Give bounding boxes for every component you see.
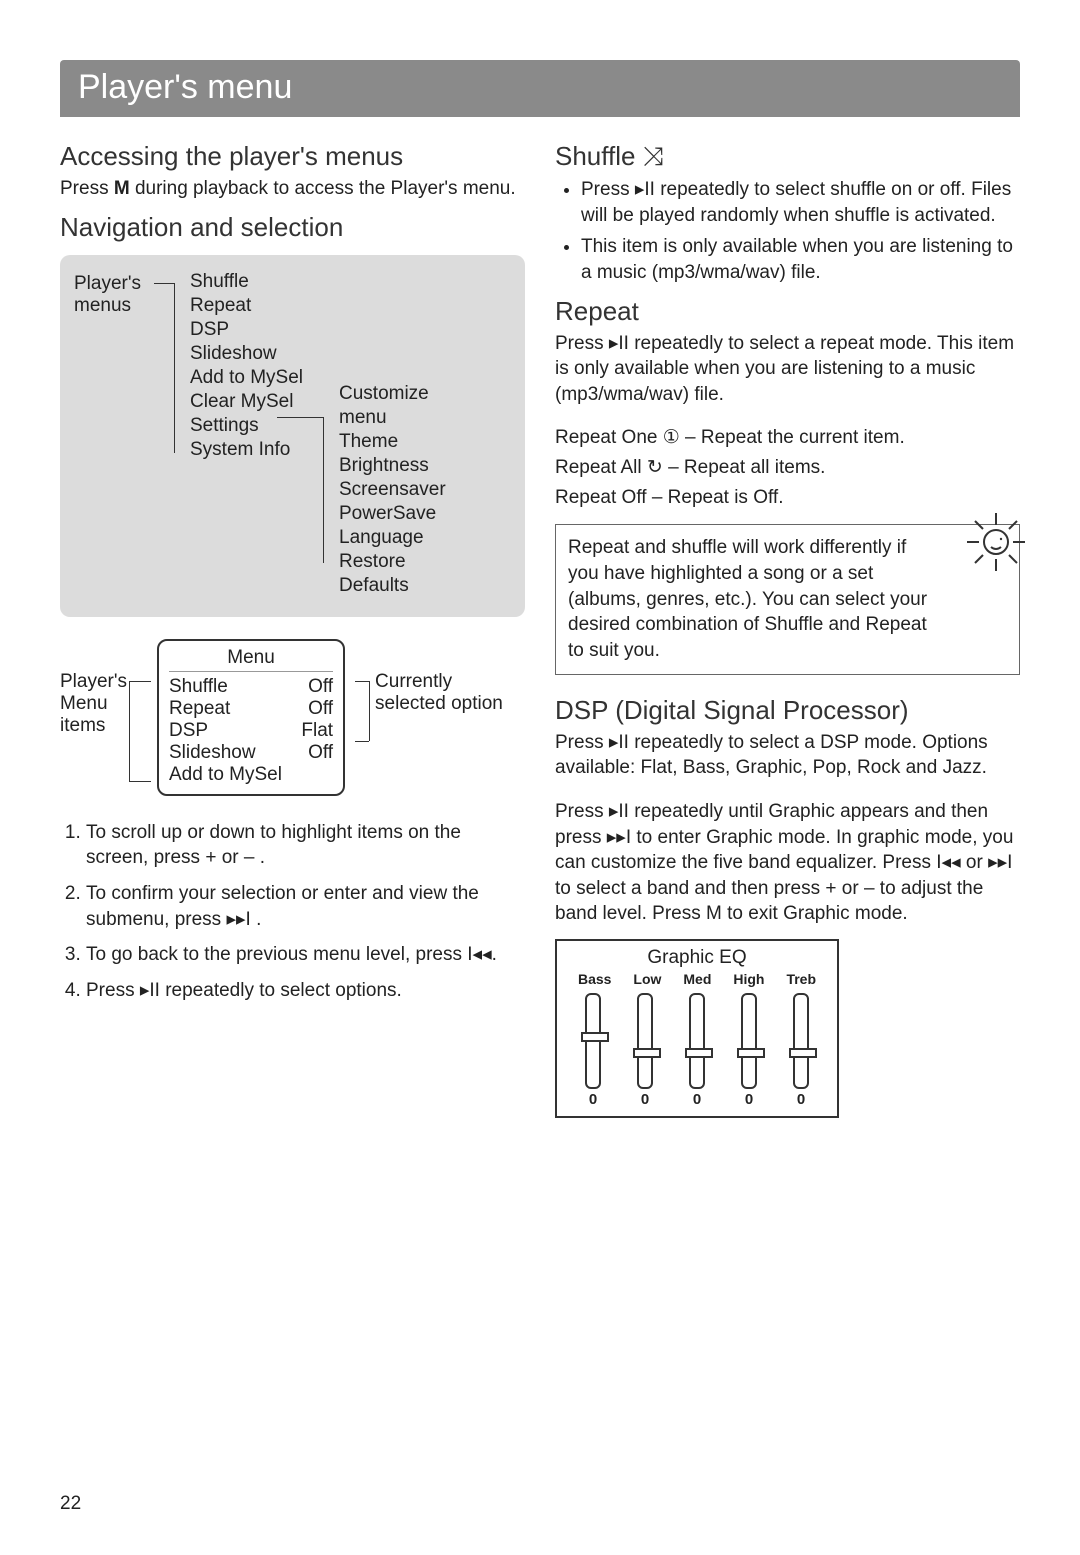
navigation-steps: To scroll up or down to highlight items … [60, 820, 525, 1004]
repeat-intro: Press ▸II repeatedly to select a repeat … [555, 331, 1020, 408]
shuffle-heading: Shuffle ⤨ [555, 141, 1020, 173]
eq-value: 0 [589, 1091, 597, 1108]
eq-slider [740, 993, 758, 1089]
dsp-p2: Press ▸II repeatedly until Graphic appea… [555, 799, 1020, 927]
eq-title: Graphic EQ [567, 947, 827, 969]
right-column: Shuffle ⤨ Press ▸II repeatedly to select… [555, 131, 1020, 1118]
eq-band-label: Treb [786, 971, 816, 987]
lcd-title: Menu [169, 647, 333, 672]
eq-band-labels: Bass Low Med High Treb [567, 971, 827, 987]
lcd-row: DSP Flat [169, 720, 333, 742]
tree-item: DSP [190, 319, 303, 341]
dsp-heading: DSP (Digital Signal Processor) [555, 695, 1020, 726]
eq-band-label: Med [683, 971, 711, 987]
lcd-row: Repeat Off [169, 698, 333, 720]
repeat-heading: Repeat [555, 296, 1020, 327]
page-section-header: Player's menu [60, 60, 1020, 117]
shuffle-icon: ⤨ [643, 141, 664, 171]
tip-box: Repeat and shuffle will work differently… [555, 524, 1020, 674]
lcd-row-value: Off [308, 742, 333, 764]
eq-slider [584, 993, 602, 1089]
eq-slider [688, 993, 706, 1089]
dsp-p1: Press ▸II repeatedly to select a DSP mod… [555, 730, 1020, 781]
left-column: Accessing the player's menus Press M dur… [60, 131, 525, 1118]
eq-value: 0 [693, 1091, 701, 1108]
lcd-row-value: Flat [301, 720, 333, 742]
eq-value: 0 [641, 1091, 649, 1108]
lcd-row-value: Off [308, 698, 333, 720]
accessing-heading: Accessing the player's menus [60, 141, 525, 172]
tree-item: Clear MySel [190, 391, 303, 413]
tree-item: Add to MySel [190, 367, 303, 389]
lcd-left-label: Player's Menu items [60, 639, 127, 737]
tree-settings-sub: Customize menu Theme Brightness Screensa… [339, 383, 446, 597]
page-number: 22 [60, 1493, 81, 1515]
lcd-row-value: Off [308, 676, 333, 698]
tree-item: Slideshow [190, 343, 303, 365]
lcd-row: Add to MySel [169, 764, 333, 786]
graphic-eq-box: Graphic EQ Bass Low Med High Treb 0 0 0 … [555, 939, 839, 1118]
tree-item: Settings [190, 415, 303, 437]
lcd-row: Slideshow Off [169, 742, 333, 764]
step-item: To confirm your selection or enter and v… [86, 881, 525, 932]
repeat-mode-line: Repeat One ① – Repeat the current item. [555, 425, 1020, 451]
tree-note: menu [339, 407, 446, 429]
tree-sub-item: Brightness [339, 455, 446, 477]
tree-sub-item: Screensaver [339, 479, 446, 501]
tree-sub-item: Theme [339, 431, 446, 453]
text-frag: during playback to access the Player's m… [130, 178, 516, 199]
lcd-row-name: Shuffle [169, 676, 228, 698]
tree-sub-item: Language [339, 527, 446, 549]
heading-text: Shuffle [555, 141, 635, 171]
lcd-screen: Menu Shuffle Off Repeat Off DSP Flat Slides… [157, 639, 345, 796]
repeat-mode-line: Repeat Off – Repeat is Off. [555, 485, 1020, 511]
eq-band-label: Low [633, 971, 661, 987]
tree-main-items: Shuffle Repeat DSP Slideshow Add to MySe… [190, 271, 303, 461]
tree-sub-item: Defaults [339, 575, 446, 597]
lcd-row-name: DSP [169, 720, 208, 742]
tree-item: Repeat [190, 295, 303, 317]
repeat-mode-line: Repeat All ↻ – Repeat all items. [555, 455, 1020, 481]
eq-value: 0 [745, 1091, 753, 1108]
step-item: To scroll up or down to highlight items … [86, 820, 525, 871]
accessing-text: Press M during playback to access the Pl… [60, 176, 525, 202]
step-item: To go back to the previous menu level, p… [86, 942, 525, 968]
tree-sub-item: Restore [339, 551, 446, 573]
tip-text: Repeat and shuffle will work differently… [568, 537, 927, 661]
lcd-row-name: Slideshow [169, 742, 256, 764]
eq-band-label: High [733, 971, 764, 987]
tree-sub-item: PowerSave [339, 503, 446, 525]
lcd-row-name: Repeat [169, 698, 230, 720]
bullet-item: This item is only available when you are… [581, 234, 1020, 285]
bullet-item: Press ▸II repeatedly to select shuffle o… [581, 177, 1020, 228]
eq-values: 0 0 0 0 0 [567, 1091, 827, 1108]
lcd-right-label: Currently selected option [375, 639, 525, 715]
tree-root-label: Player's menus [74, 271, 154, 317]
eq-slider [792, 993, 810, 1089]
eq-slider [636, 993, 654, 1089]
eq-value: 0 [797, 1091, 805, 1108]
step-item: Press ▸II repeatedly to select options. [86, 978, 525, 1004]
tree-item: System Info [190, 439, 303, 461]
lcd-example: Player's Menu items Menu Shuffle Off Repe… [60, 639, 525, 796]
tree-item: Shuffle [190, 271, 303, 293]
m-key: M [114, 178, 130, 199]
tree-note: Customize [339, 383, 446, 405]
menu-tree-box: Player's menus Shuffle Repeat DSP Slides… [60, 255, 525, 617]
eq-band-label: Bass [578, 971, 611, 987]
nav-heading: Navigation and selection [60, 212, 525, 243]
lcd-row-name: Add to MySel [169, 764, 282, 786]
eq-sliders [567, 993, 827, 1089]
lcd-row: Shuffle Off [169, 676, 333, 698]
shuffle-bullets: Press ▸II repeatedly to select shuffle o… [555, 177, 1020, 286]
text-frag: Press [60, 178, 114, 199]
tip-sun-icon [963, 509, 1029, 575]
